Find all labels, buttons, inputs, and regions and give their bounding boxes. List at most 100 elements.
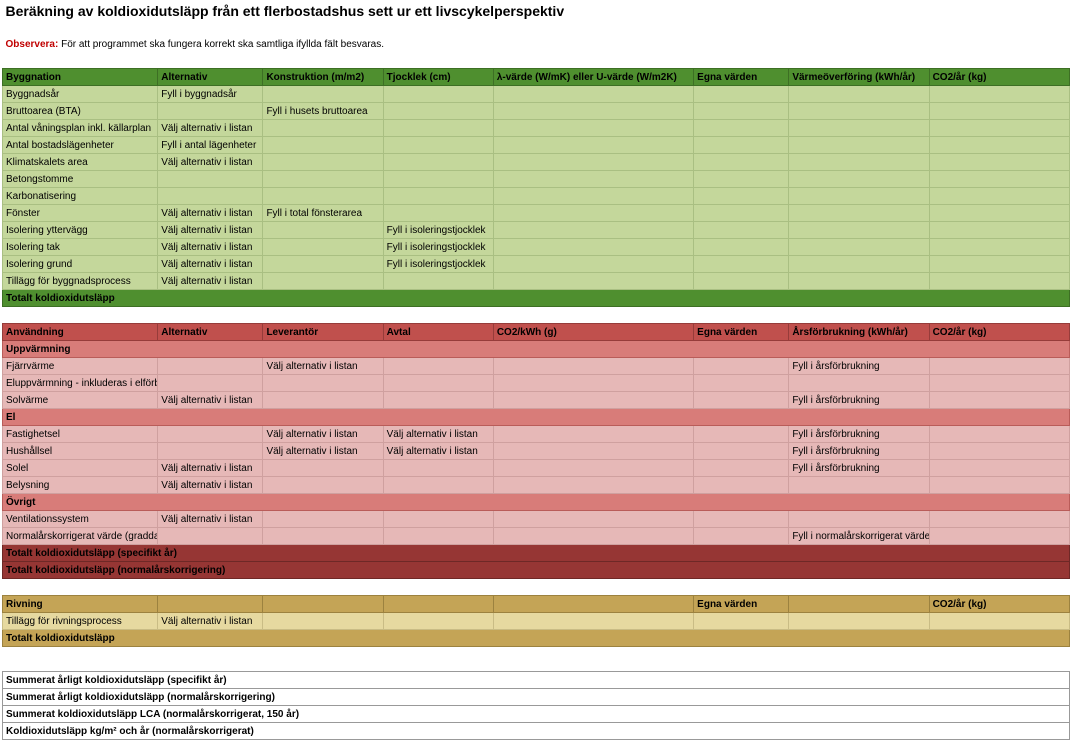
cell[interactable]: Välj alternativ i listan	[158, 120, 263, 137]
cell	[493, 426, 693, 443]
cell	[263, 528, 383, 545]
bygg-total: Totalt koldioxidutsläpp	[3, 290, 1070, 307]
cell[interactable]: Fyll i antal lägenheter	[158, 137, 263, 154]
cell	[493, 273, 693, 290]
cell[interactable]: Fyll i isoleringstjocklek	[383, 239, 493, 256]
cell	[694, 460, 789, 477]
cell[interactable]: Fyll i isoleringstjocklek	[383, 256, 493, 273]
cell	[789, 222, 929, 239]
col-header: CO2/år (kg)	[929, 596, 1069, 613]
cell[interactable]: Fyll i byggnadsår	[158, 86, 263, 103]
cell	[263, 511, 383, 528]
cell	[493, 460, 693, 477]
cell	[694, 171, 789, 188]
cell[interactable]: Fyll i årsförbrukning	[789, 443, 929, 460]
cell	[694, 477, 789, 494]
cell	[694, 511, 789, 528]
col-header: Egna värden	[694, 596, 789, 613]
sub-uppvarmning: Uppvärmning	[3, 341, 1070, 358]
cell[interactable]: Fyll i årsförbrukning	[789, 358, 929, 375]
cell[interactable]: Välj alternativ i listan	[158, 392, 263, 409]
cell[interactable]: Fyll i årsförbrukning	[789, 460, 929, 477]
cell	[493, 256, 693, 273]
cell	[493, 613, 693, 630]
cell	[789, 154, 929, 171]
cell	[694, 222, 789, 239]
cell[interactable]: Välj alternativ i listan	[158, 477, 263, 494]
cell	[493, 86, 693, 103]
summary-3: Koldioxidutsläpp kg/m² och år (normalårs…	[3, 723, 1070, 740]
cell	[263, 613, 383, 630]
cell	[383, 392, 493, 409]
cell	[158, 375, 263, 392]
cell	[694, 613, 789, 630]
col-header	[493, 596, 693, 613]
cell[interactable]: Välj alternativ i listan	[263, 443, 383, 460]
cell	[263, 477, 383, 494]
cell[interactable]: Välj alternativ i listan	[158, 613, 263, 630]
cell	[929, 613, 1069, 630]
cell	[263, 120, 383, 137]
cell[interactable]: Fyll i isoleringstjocklek	[383, 222, 493, 239]
col-header: Egna värden	[694, 69, 789, 86]
cell[interactable]: Välj alternativ i listan	[383, 443, 493, 460]
row-label: Bruttoarea (BTA)	[3, 103, 158, 120]
sub-el: El	[3, 409, 1070, 426]
cell[interactable]: Välj alternativ i listan	[158, 511, 263, 528]
cell	[694, 239, 789, 256]
col-header: Alternativ	[158, 324, 263, 341]
cell	[158, 426, 263, 443]
cell	[493, 154, 693, 171]
row-label: Karbonatisering	[3, 188, 158, 205]
cell	[694, 120, 789, 137]
row-label: Fastighetsel	[3, 426, 158, 443]
row-label: Tillägg för rivningsprocess	[3, 613, 158, 630]
col-header: λ-värde (W/mK) eller U-värde (W/m2K)	[493, 69, 693, 86]
cell	[493, 188, 693, 205]
cell[interactable]: Fyll i normalårskorrigerat värde	[789, 528, 929, 545]
cell	[929, 86, 1069, 103]
cell[interactable]: Välj alternativ i listan	[263, 426, 383, 443]
cell	[789, 120, 929, 137]
cell[interactable]: Välj alternativ i listan	[158, 205, 263, 222]
cell[interactable]: Välj alternativ i listan	[263, 358, 383, 375]
cell	[263, 86, 383, 103]
cell[interactable]: Välj alternativ i listan	[383, 426, 493, 443]
cell[interactable]: Välj alternativ i listan	[158, 222, 263, 239]
col-header	[158, 596, 263, 613]
cell[interactable]: Välj alternativ i listan	[158, 460, 263, 477]
cell	[263, 460, 383, 477]
cell[interactable]: Välj alternativ i listan	[158, 256, 263, 273]
cell	[929, 222, 1069, 239]
col-header: Egna värden	[694, 324, 789, 341]
cell	[158, 358, 263, 375]
row-label: Klimatskalets area	[3, 154, 158, 171]
cell	[263, 256, 383, 273]
cell	[789, 171, 929, 188]
cell[interactable]: Välj alternativ i listan	[158, 239, 263, 256]
cell	[383, 205, 493, 222]
cell	[493, 392, 693, 409]
cell	[263, 137, 383, 154]
cell	[929, 188, 1069, 205]
row-label: Antal våningsplan inkl. källarplan	[3, 120, 158, 137]
cell	[383, 137, 493, 154]
cell[interactable]: Fyll i årsförbrukning	[789, 392, 929, 409]
cell	[493, 477, 693, 494]
cell	[383, 477, 493, 494]
cell[interactable]: Fyll i husets bruttoarea	[263, 103, 383, 120]
cell	[383, 613, 493, 630]
cell	[383, 188, 493, 205]
cell	[694, 443, 789, 460]
cell[interactable]: Välj alternativ i listan	[158, 154, 263, 171]
cell[interactable]: Välj alternativ i listan	[158, 273, 263, 290]
cell	[789, 239, 929, 256]
cell	[158, 103, 263, 120]
cell	[493, 120, 693, 137]
cell[interactable]: Fyll i total fönsterarea	[263, 205, 383, 222]
cell[interactable]: Fyll i årsförbrukning	[789, 426, 929, 443]
cell	[694, 205, 789, 222]
cell	[383, 528, 493, 545]
row-label: Fjärrvärme	[3, 358, 158, 375]
row-label: Ventilationssystem	[3, 511, 158, 528]
